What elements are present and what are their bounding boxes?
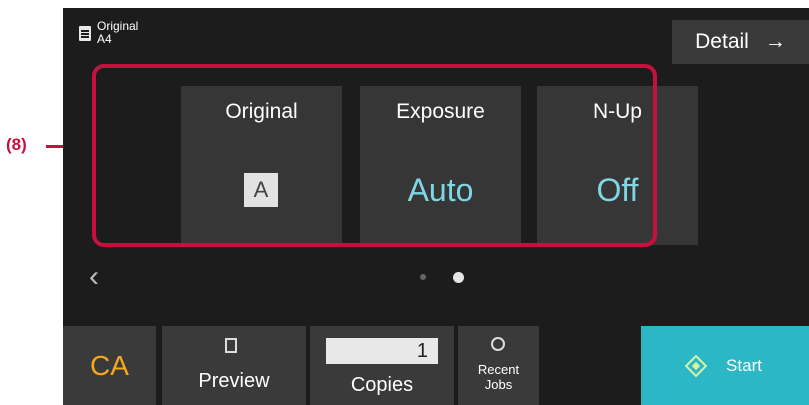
history-icon <box>491 337 505 351</box>
detail-button-label: Detail <box>695 30 749 53</box>
detail-button[interactable]: Detail → <box>672 20 809 64</box>
clear-all-button[interactable]: CA <box>63 326 156 405</box>
document-icon <box>79 26 91 41</box>
preview-icon <box>225 338 237 353</box>
arrow-right-icon: → <box>764 30 786 53</box>
start-diamond-icon <box>684 354 708 377</box>
original-info: Original A4 <box>79 20 138 46</box>
recent-jobs-label: Recent Jobs <box>458 362 539 392</box>
chevron-left-icon[interactable]: ‹ <box>89 260 99 294</box>
page-dot-1[interactable] <box>420 274 426 280</box>
page-dot-2-active[interactable] <box>453 272 464 283</box>
preview-label: Preview <box>198 370 270 392</box>
copies-button[interactable]: 1 Copies <box>310 326 454 405</box>
preview-button[interactable]: Preview <box>162 326 306 405</box>
recent-jobs-label-line1: Recent <box>477 362 520 377</box>
recent-jobs-label-line2: Jobs <box>484 377 513 392</box>
recent-jobs-button[interactable]: Recent Jobs <box>458 326 539 405</box>
start-button[interactable]: Start <box>641 326 809 405</box>
start-label: Start <box>726 355 762 375</box>
annotation-label: (8) <box>6 135 27 154</box>
copies-count-field[interactable]: 1 <box>326 338 438 364</box>
copies-label: Copies <box>350 374 414 396</box>
original-info-size: A4 <box>97 32 112 46</box>
highlight-frame <box>92 64 657 247</box>
